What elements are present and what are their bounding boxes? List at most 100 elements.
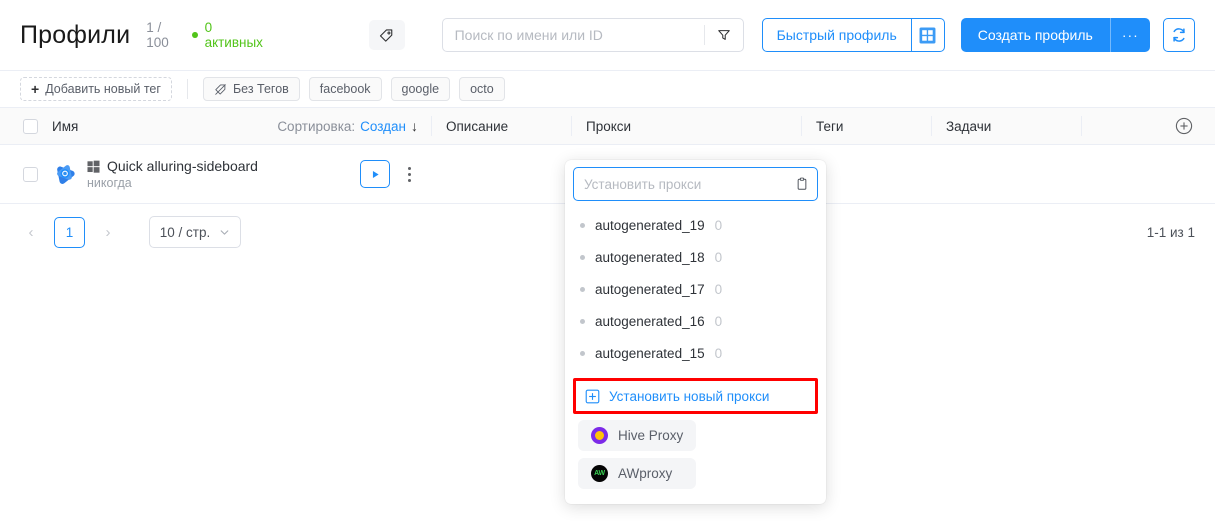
- kebab-dot: [407, 178, 411, 182]
- select-all-cell: [0, 108, 52, 144]
- column-label-name: Имя: [52, 118, 79, 134]
- proxy-status-dot: [580, 318, 585, 324]
- tag-chip-no-tags[interactable]: Без Тегов: [202, 77, 300, 101]
- table-header: Имя Сортировка: Создан ↓ Описание Прокси…: [0, 108, 1215, 145]
- proxy-usage-count: 0: [714, 313, 723, 329]
- next-page-button[interactable]: ›: [97, 217, 119, 247]
- proxy-input-wrapper[interactable]: [573, 167, 818, 201]
- column-label-description: Описание: [446, 118, 509, 134]
- page-size-select[interactable]: 10 / стр.: [149, 216, 241, 248]
- run-profile-button[interactable]: [360, 160, 390, 188]
- tag-chip-octo[interactable]: octo: [459, 77, 505, 101]
- sort-control[interactable]: Сортировка: Создан ↓: [277, 118, 418, 134]
- octo-logo-icon: [57, 165, 75, 184]
- row-select-cell: [0, 145, 52, 203]
- row-name-block: Quick alluring-sideboard никогда: [87, 158, 258, 190]
- column-header-tags: Теги: [802, 108, 932, 144]
- refresh-icon: [1173, 28, 1185, 42]
- proxy-list-item[interactable]: autogenerated_16 0: [565, 305, 826, 337]
- proxy-list-item[interactable]: autogenerated_18 0: [565, 241, 826, 273]
- proxy-status-dot: [580, 254, 585, 260]
- paste-proxy-button[interactable]: [787, 177, 817, 191]
- profile-name: Quick alluring-sideboard: [107, 158, 258, 174]
- tag-manager-button[interactable]: [368, 20, 405, 50]
- proxy-name: autogenerated_17: [595, 281, 705, 297]
- row-tasks-cell: [932, 145, 1082, 203]
- quick-profile-os-button[interactable]: [911, 18, 945, 52]
- tag-chip-label: octo: [470, 82, 494, 96]
- column-header-proxy: Прокси: [572, 108, 802, 144]
- tag-chip-label: google: [401, 82, 440, 96]
- set-new-proxy-button[interactable]: Установить новый прокси: [573, 378, 818, 414]
- plus-box-icon: [585, 389, 600, 403]
- proxy-search-input[interactable]: [574, 176, 787, 192]
- tag-chip-google[interactable]: google: [390, 77, 451, 101]
- page-size-label: 10 / стр.: [159, 224, 211, 240]
- search-input[interactable]: [442, 27, 704, 43]
- row-description-cell: [432, 145, 572, 203]
- row-name-cell: Quick alluring-sideboard никогда: [52, 158, 432, 190]
- tag-chip-label: Без Тегов: [232, 82, 289, 96]
- proxy-provider-hive[interactable]: Hive Proxy: [578, 420, 696, 451]
- tag-chip-label: facebook: [319, 82, 371, 96]
- proxy-list-item[interactable]: autogenerated_15 0: [565, 337, 826, 369]
- funnel-icon: [717, 30, 730, 40]
- page-title: Профили: [20, 20, 131, 49]
- plus-circle-icon[interactable]: [1175, 117, 1193, 135]
- profile-count: 1 / 100: [146, 20, 169, 50]
- active-count: 0 активных: [204, 20, 263, 50]
- plus-icon: +: [31, 81, 40, 97]
- active-status-dot: [191, 32, 198, 38]
- column-header-name: Имя Сортировка: Создан ↓: [52, 108, 432, 144]
- profile-last-run: никогда: [87, 176, 132, 190]
- column-header-description: Описание: [432, 108, 572, 144]
- proxy-status-dot: [580, 286, 585, 292]
- sort-direction-arrow-icon[interactable]: ↓: [411, 118, 418, 134]
- proxy-name: autogenerated_19: [595, 217, 705, 233]
- proxy-status-dot: [580, 350, 585, 356]
- row-checkbox[interactable]: [22, 166, 38, 182]
- page-header: Профили 1 / 100 0 активных Быстрый профи…: [0, 0, 1215, 71]
- prev-page-button[interactable]: ‹: [20, 217, 42, 247]
- hive-proxy-icon: [591, 427, 608, 444]
- row-name-line: Quick alluring-sideboard: [87, 158, 258, 174]
- add-new-tag-button[interactable]: + Добавить новый тег: [20, 77, 172, 101]
- proxy-name: autogenerated_18: [595, 249, 705, 265]
- sort-label: Сортировка:: [277, 118, 356, 134]
- select-all-checkbox[interactable]: [22, 118, 38, 134]
- add-column-cell: [1082, 108, 1215, 144]
- column-label-tags: Теги: [816, 118, 844, 134]
- create-profile-label: Создать профиль: [977, 27, 1093, 43]
- set-new-proxy-label: Установить новый прокси: [609, 388, 770, 404]
- create-profile-more-button[interactable]: ···: [1111, 18, 1150, 52]
- proxy-list-item[interactable]: autogenerated_17 0: [565, 273, 826, 305]
- proxy-name: autogenerated_15: [595, 345, 705, 361]
- tag-chip-facebook[interactable]: facebook: [308, 77, 382, 101]
- chevron-down-icon: [220, 229, 229, 235]
- filter-button[interactable]: [705, 19, 743, 51]
- proxy-provider-label: Hive Proxy: [618, 428, 684, 443]
- tag-icon: [380, 28, 393, 42]
- search-box[interactable]: [441, 18, 744, 52]
- create-profile-group[interactable]: Создать профиль ···: [960, 18, 1150, 52]
- proxy-name: autogenerated_16: [595, 313, 705, 329]
- column-header-tasks: Задачи: [932, 108, 1082, 144]
- tag-filter-bar: + Добавить новый тег Без Тегов facebook …: [0, 71, 1215, 108]
- play-icon: [372, 170, 379, 178]
- quick-profile-button[interactable]: Быстрый профиль: [761, 18, 912, 52]
- column-label-tasks: Задачи: [946, 118, 992, 134]
- tag-off-icon: [215, 83, 226, 95]
- row-menu-button[interactable]: [396, 160, 422, 188]
- kebab-dot: [407, 172, 411, 176]
- column-label-proxy: Прокси: [586, 118, 632, 134]
- pagination-total: 1-1 из 1: [1146, 224, 1195, 240]
- refresh-button[interactable]: [1162, 18, 1195, 52]
- proxy-usage-count: 0: [714, 281, 723, 297]
- proxy-provider-awproxy[interactable]: AW AWproxy: [578, 458, 696, 489]
- kebab-dot: [407, 166, 411, 170]
- proxy-provider-label: AWproxy: [618, 466, 673, 481]
- proxy-list-item[interactable]: autogenerated_19 0: [565, 209, 826, 241]
- page-number-1[interactable]: 1: [54, 216, 85, 248]
- windows-icon: [919, 27, 936, 43]
- proxy-usage-count: 0: [714, 345, 723, 361]
